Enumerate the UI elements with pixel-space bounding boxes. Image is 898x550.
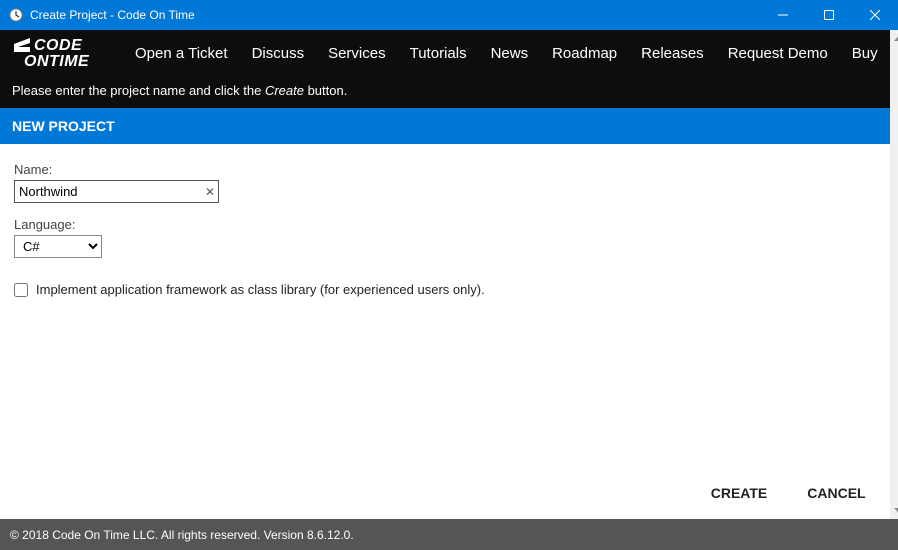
name-label: Name: [14, 162, 876, 177]
svg-text:CODE: CODE [34, 37, 83, 54]
section-banner: NEW PROJECT [0, 108, 890, 144]
svg-text:ONTIME: ONTIME [24, 53, 90, 70]
maximize-button[interactable] [806, 0, 852, 30]
close-button[interactable] [852, 0, 898, 30]
window-controls [760, 0, 898, 30]
class-library-checkbox[interactable] [14, 283, 28, 297]
class-library-label: Implement application framework as class… [36, 282, 485, 297]
language-select[interactable]: C# [14, 235, 102, 258]
status-bar: © 2018 Code On Time LLC. All rights rese… [0, 519, 898, 550]
instruction-suffix: button. [304, 83, 347, 98]
banner-title: NEW PROJECT [12, 118, 115, 134]
top-nav: CODE ONTIME Open a Ticket Discuss Servic… [0, 30, 890, 77]
action-bar: CREATE CANCEL [0, 471, 890, 519]
instruction-prefix: Please enter the project name and click … [12, 83, 265, 98]
scroll-up-icon[interactable] [890, 30, 898, 47]
clear-input-icon[interactable]: ✕ [205, 185, 215, 199]
instruction-emphasis: Create [265, 83, 304, 98]
titlebar: Create Project - Code On Time [0, 0, 898, 30]
cancel-button[interactable]: CANCEL [807, 485, 865, 501]
nav-discuss[interactable]: Discuss [252, 45, 305, 62]
vertical-scrollbar[interactable] [890, 30, 898, 519]
window-title: Create Project - Code On Time [30, 8, 760, 22]
app-icon [8, 7, 24, 23]
nav-open-ticket[interactable]: Open a Ticket [135, 45, 228, 62]
nav-news[interactable]: News [491, 45, 529, 62]
scroll-down-icon[interactable] [890, 502, 898, 519]
nav-roadmap[interactable]: Roadmap [552, 45, 617, 62]
form-area: Name: ✕ Language: C# Implement applicati… [0, 144, 890, 471]
minimize-button[interactable] [760, 0, 806, 30]
nav-tutorials[interactable]: Tutorials [410, 45, 467, 62]
create-button[interactable]: CREATE [711, 485, 768, 501]
nav-buy[interactable]: Buy [852, 45, 878, 62]
name-input[interactable] [14, 180, 219, 203]
logo: CODE ONTIME [12, 34, 107, 72]
nav-releases[interactable]: Releases [641, 45, 704, 62]
instruction-bar: Please enter the project name and click … [0, 77, 890, 108]
nav-request-demo[interactable]: Request Demo [728, 45, 828, 62]
nav-services[interactable]: Services [328, 45, 386, 62]
status-text: © 2018 Code On Time LLC. All rights rese… [10, 528, 354, 542]
language-label: Language: [14, 217, 876, 232]
